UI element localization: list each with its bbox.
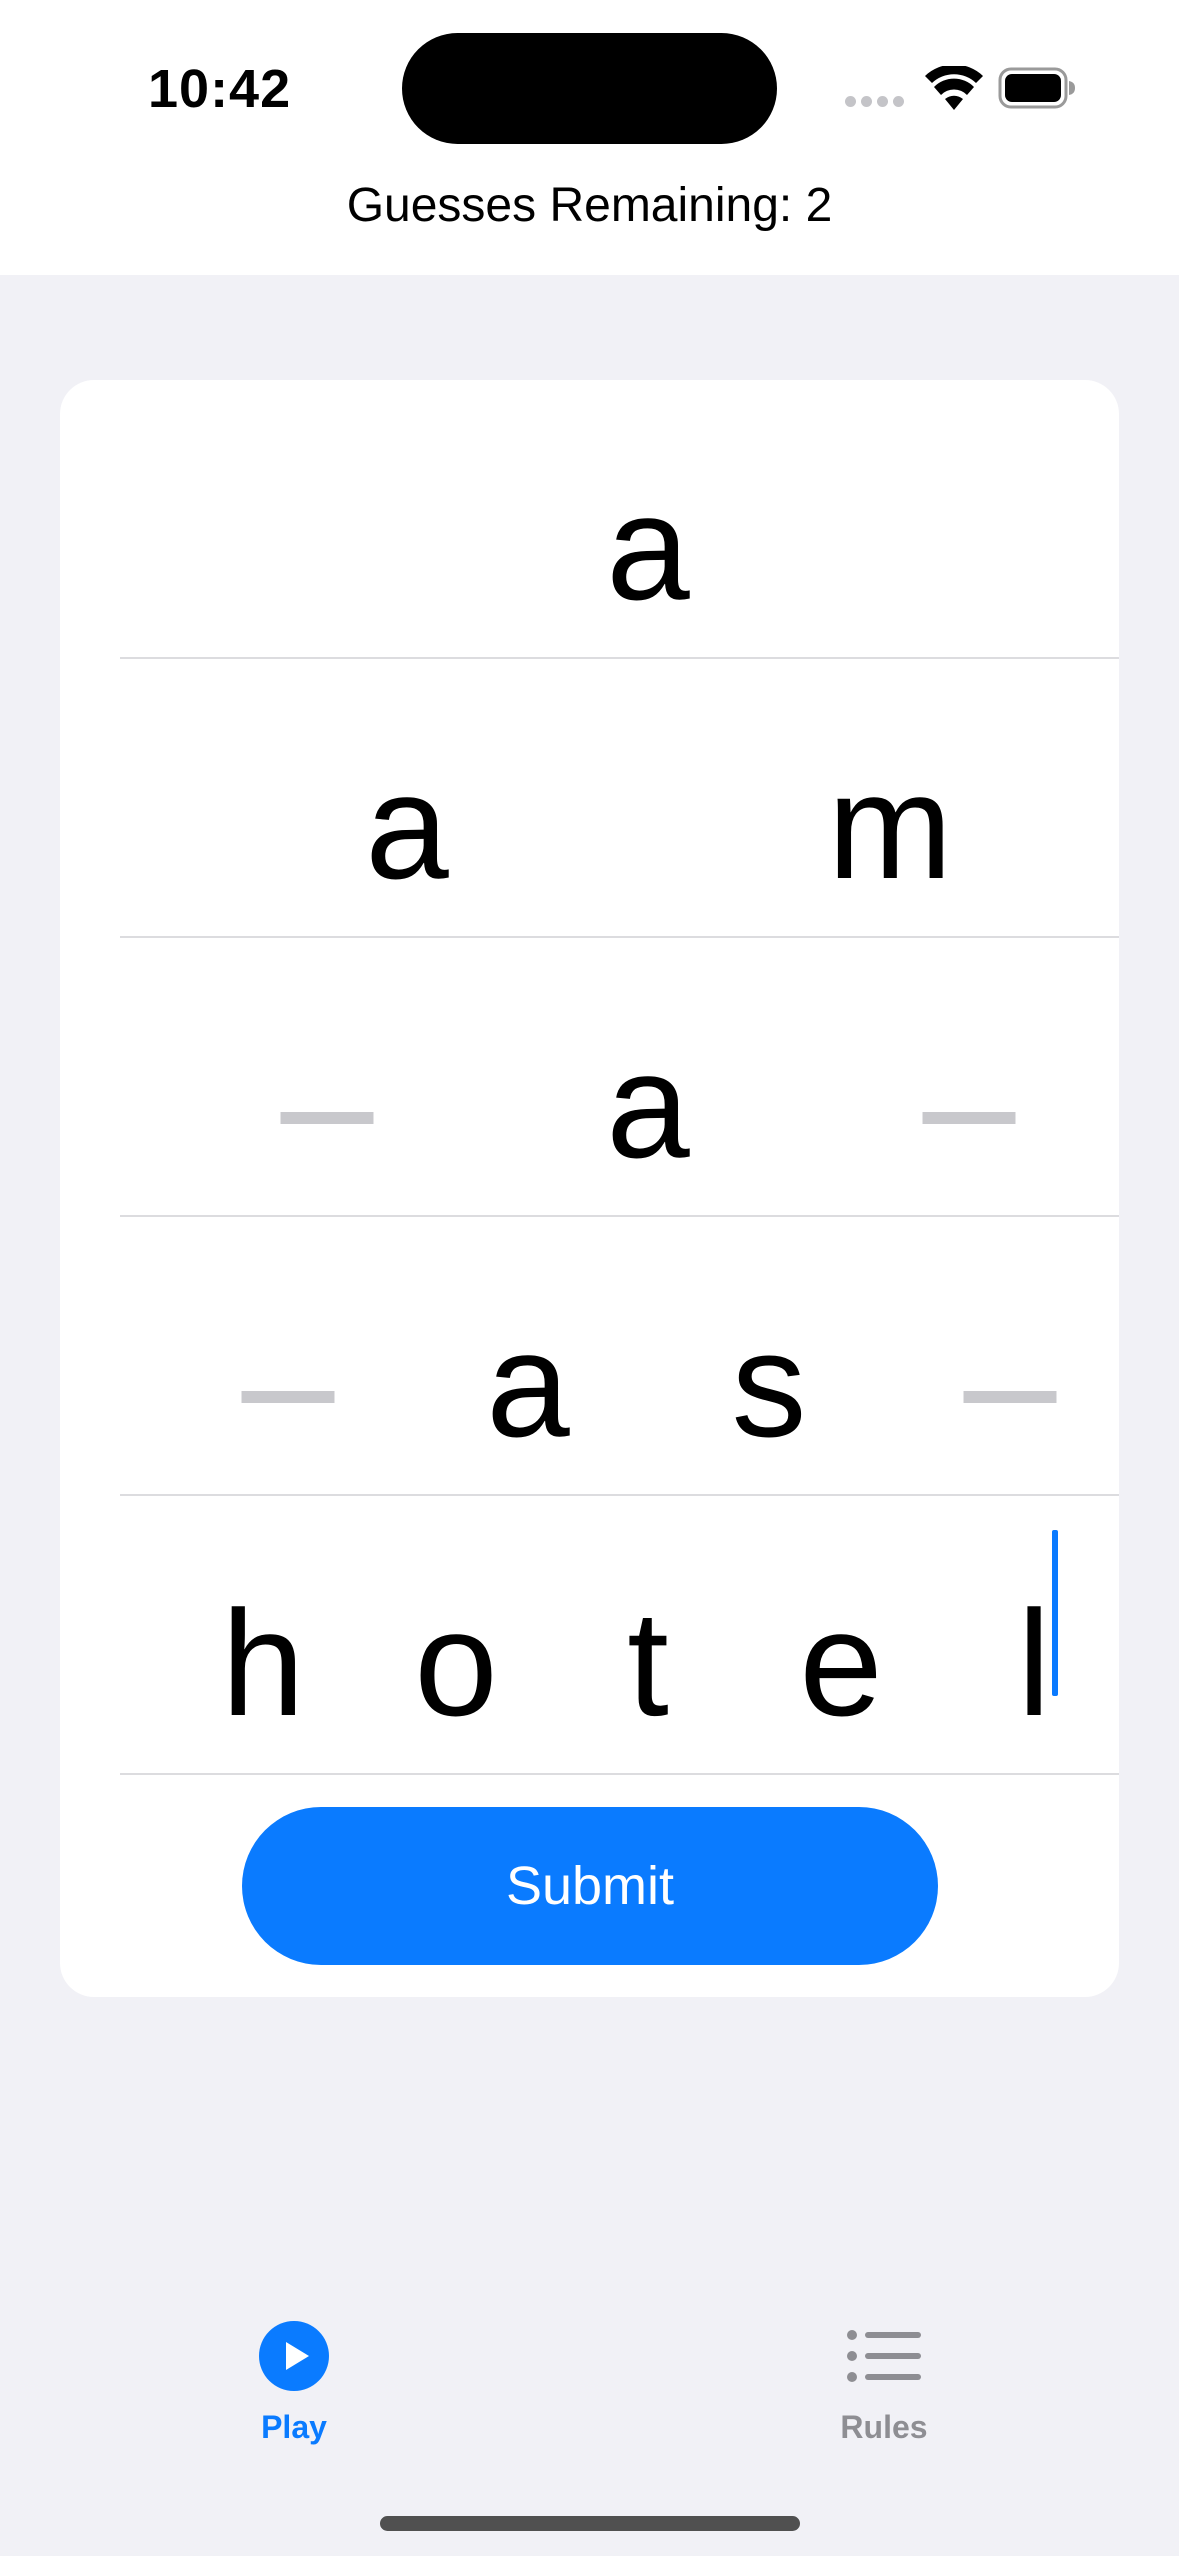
guess-row-4: a s	[120, 1217, 1119, 1496]
letter-tile: a	[606, 463, 690, 631]
row-divider	[120, 1773, 1119, 1775]
cellular-signal-icon	[845, 96, 905, 108]
tab-rules-label: Rules	[840, 2409, 928, 2445]
letter-tile: s	[731, 1300, 807, 1468]
input-letter[interactable]: t	[627, 1588, 669, 1738]
letter-tile: m	[827, 742, 953, 910]
input-letter[interactable]: e	[799, 1588, 882, 1738]
guess-row-1: a	[120, 380, 1119, 659]
battery-icon	[998, 67, 1075, 109]
guess-input-row[interactable]: h o t e l	[120, 1496, 1119, 1775]
submit-button[interactable]: Submit	[242, 1807, 938, 1965]
wifi-icon	[925, 66, 983, 110]
status-time: 10:42	[148, 59, 292, 119]
blank-slot	[922, 1112, 1016, 1124]
blank-slot	[280, 1112, 374, 1124]
tab-play-label: Play	[261, 2409, 327, 2445]
guesses-remaining-label: Guesses Remaining: 2	[346, 179, 833, 232]
letter-tile: a	[606, 1021, 690, 1189]
guess-row-3: a	[120, 938, 1119, 1217]
input-letter[interactable]: h	[221, 1588, 304, 1738]
blank-slot	[963, 1391, 1057, 1403]
play-circle-icon	[259, 2321, 329, 2391]
tab-play[interactable]: Play	[194, 2320, 394, 2446]
home-indicator[interactable]	[380, 2516, 800, 2531]
guess-row-2: a m	[120, 659, 1119, 938]
blank-slot	[241, 1391, 335, 1403]
word-ladder-card: a a m a a s h o t e l Submit	[60, 380, 1119, 1997]
input-letter[interactable]: l	[1017, 1588, 1050, 1738]
text-cursor	[1052, 1530, 1058, 1696]
top-bar: 10:42 Guesses Remaining: 2	[0, 0, 1179, 275]
letter-tile: a	[365, 742, 449, 910]
dynamic-island	[402, 33, 777, 144]
list-bullet-icon	[847, 2330, 921, 2382]
letter-tile: a	[486, 1300, 570, 1468]
input-letter[interactable]: o	[414, 1588, 497, 1738]
tab-rules[interactable]: Rules	[784, 2320, 984, 2446]
